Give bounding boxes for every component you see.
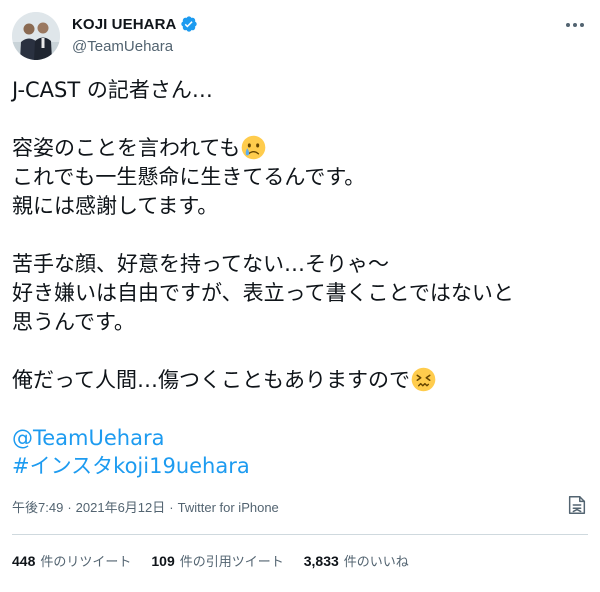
retweet-count[interactable]: 448 件のリツイート bbox=[12, 551, 131, 570]
display-name[interactable]: KOJI UEHARA bbox=[72, 16, 176, 33]
tweet-line-text: 容姿のことを言われても bbox=[12, 136, 241, 160]
hashtag-link[interactable]: #インスタkoji19uehara bbox=[12, 452, 572, 480]
meta-separator: · bbox=[169, 500, 174, 515]
tweet-text: J-CAST の記者さん… 容姿のことを言われても これでも一生懸命に生きてるん… bbox=[12, 76, 572, 480]
tweet-line: これでも一生懸命に生きてるんです。 bbox=[12, 165, 366, 189]
tweet-time[interactable]: 午後7:49 bbox=[12, 500, 63, 515]
tweet-line: 思うんです。 bbox=[12, 310, 135, 334]
tweet-line: 好き嫌いは自由ですが、表立って書くことではないと bbox=[12, 281, 514, 305]
quote-count[interactable]: 109 件の引用ツイート bbox=[151, 551, 283, 570]
avatar[interactable] bbox=[12, 12, 60, 60]
more-icon[interactable] bbox=[560, 10, 590, 40]
tweet-source[interactable]: Twitter for iPhone bbox=[178, 500, 279, 515]
user-name-row: KOJI UEHARA bbox=[72, 15, 198, 33]
like-count-label: 件のいいね bbox=[343, 555, 409, 570]
tweet-line-text: 俺だって人間…傷つくこともありますので bbox=[12, 368, 410, 392]
tweet-date[interactable]: 2021年6月12日 bbox=[76, 500, 166, 515]
quote-count-value: 109 bbox=[151, 553, 175, 569]
stats-divider bbox=[12, 534, 588, 535]
meta-separator: · bbox=[67, 500, 72, 515]
tweet-stats: 448 件のリツイート 109 件の引用ツイート 3,833 件のいいね bbox=[12, 551, 429, 570]
translate-icon[interactable] bbox=[566, 494, 588, 516]
like-count[interactable]: 3,833 件のいいね bbox=[304, 551, 409, 570]
tweet-line: 苦手な顔、好意を持ってない…そりゃ～ bbox=[12, 252, 389, 276]
quote-count-label: 件の引用ツイート bbox=[179, 555, 284, 570]
persevering-face-emoji bbox=[411, 367, 436, 392]
tweet-line: 親には感謝してます。 bbox=[12, 194, 219, 218]
tweet-card: KOJI UEHARA @TeamUehara J-CAST の記者さん… 容姿… bbox=[0, 0, 600, 592]
mention-link[interactable]: @TeamUehara bbox=[12, 424, 572, 452]
avatar-photo bbox=[12, 12, 60, 60]
like-count-value: 3,833 bbox=[303, 553, 339, 569]
tweet-line: 俺だって人間…傷つくこともありますので bbox=[12, 366, 572, 395]
tweet-line: 容姿のことを言われても bbox=[12, 134, 572, 163]
tweet-line: J-CAST の記者さん… bbox=[12, 78, 213, 102]
user-handle[interactable]: @TeamUehara bbox=[72, 38, 173, 55]
retweet-count-value: 448 bbox=[12, 553, 36, 569]
verified-badge-icon bbox=[180, 15, 198, 33]
retweet-count-label: 件のリツイート bbox=[40, 555, 132, 570]
tweet-meta: 午後7:49 · 2021年6月12日 · Twitter for iPhone bbox=[12, 497, 279, 516]
crying-face-emoji bbox=[241, 135, 266, 160]
